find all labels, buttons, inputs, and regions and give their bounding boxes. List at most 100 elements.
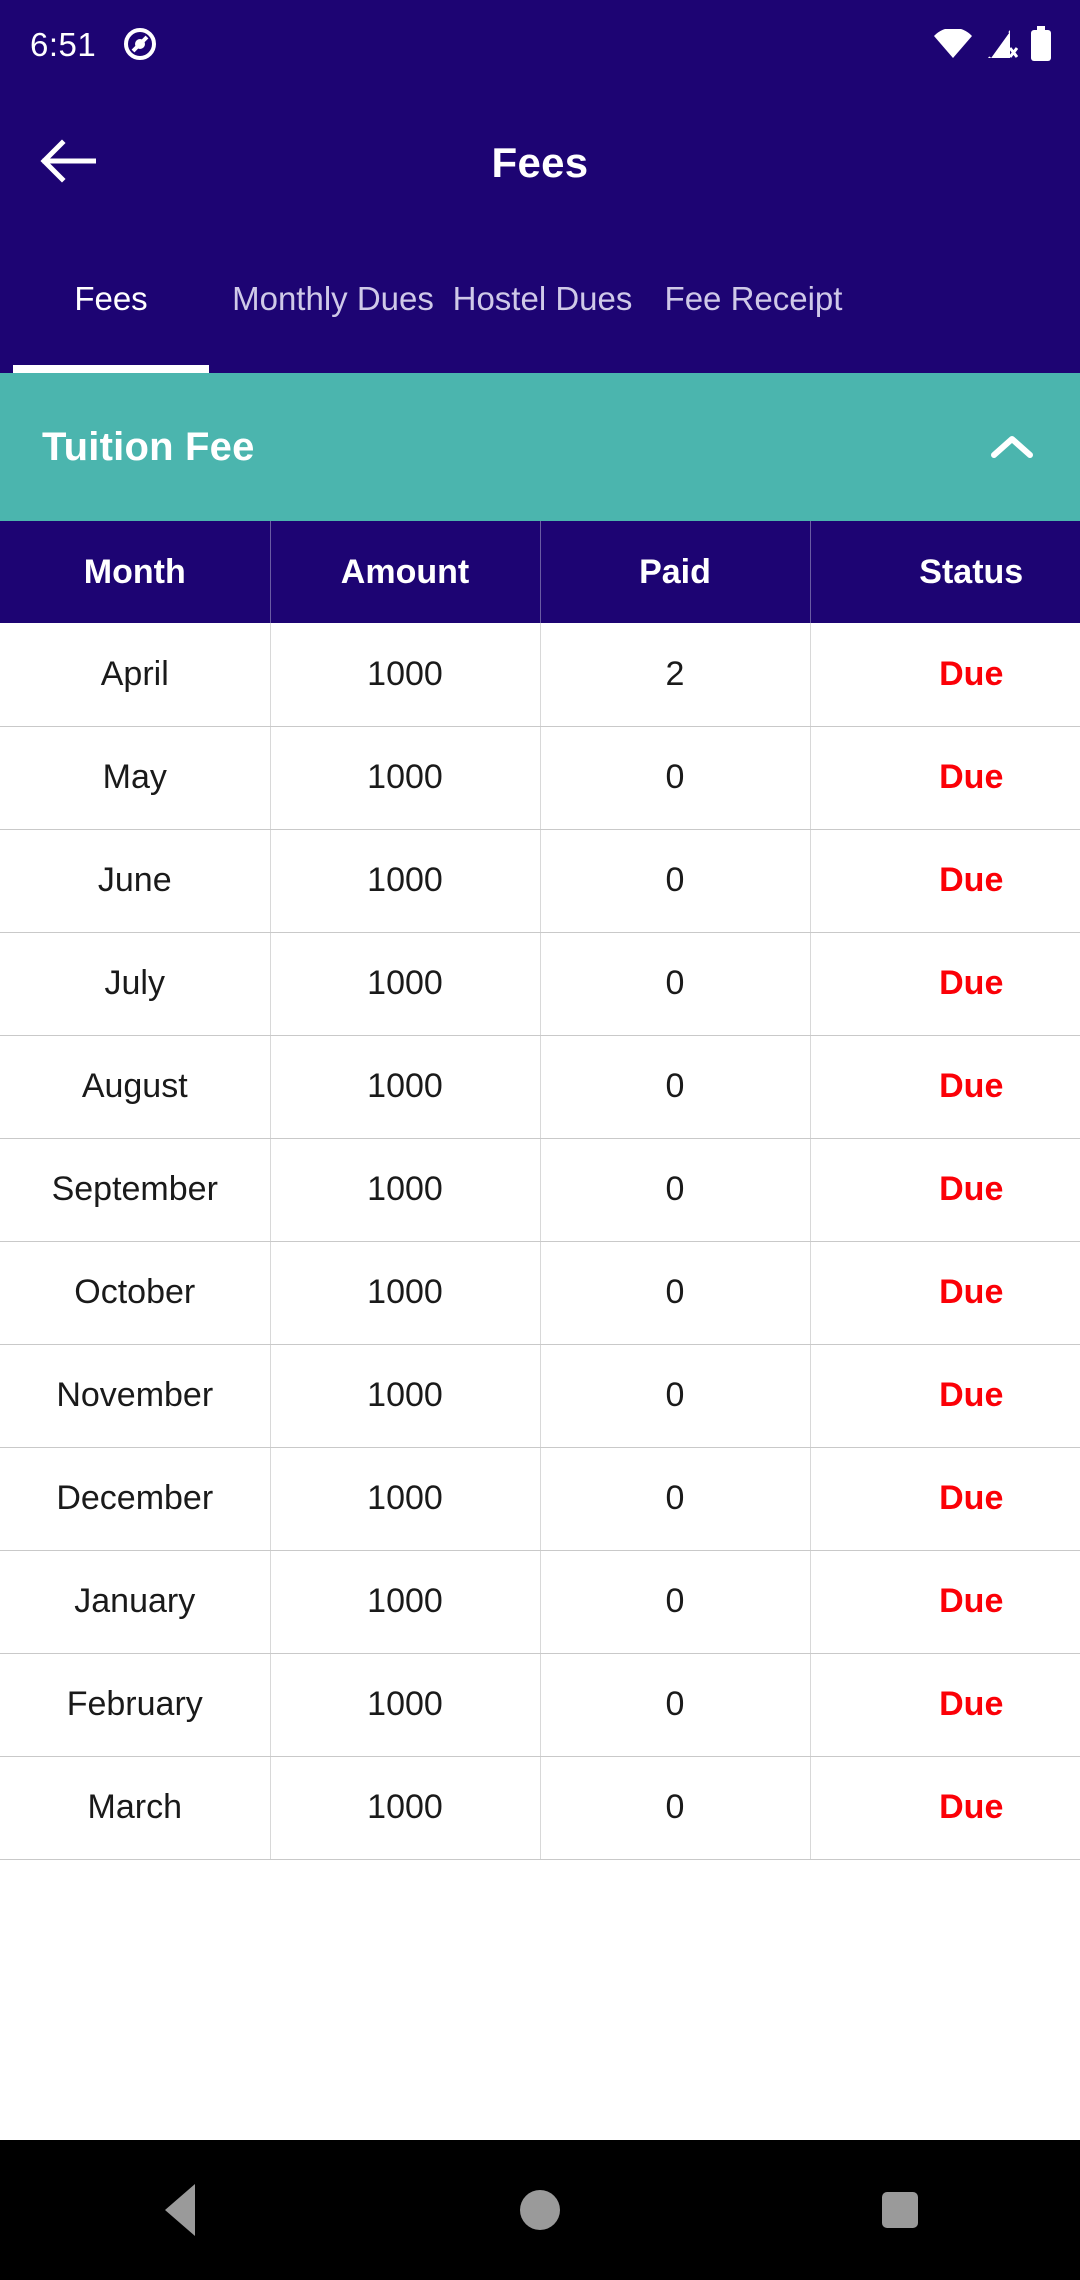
cell-amount: 1000: [270, 726, 541, 830]
cell-amount: 1000: [270, 1550, 541, 1654]
table-row[interactable]: April 1000 2 Due: [0, 623, 1080, 727]
cell-month: July: [0, 932, 271, 1036]
cell-amount: 1000: [270, 1138, 541, 1242]
cell-amount: 1000: [270, 1035, 541, 1139]
cell-status: Due: [810, 1138, 1080, 1242]
battery-icon: [1030, 26, 1052, 62]
nav-back-triangle-icon: [165, 2184, 195, 2236]
cell-amount: 1000: [270, 623, 541, 727]
status-bar-system-icons: [934, 26, 1052, 62]
cell-status: Due: [810, 1653, 1080, 1757]
cellular-off-icon: [984, 28, 1018, 60]
table-row[interactable]: January 1000 0 Due: [0, 1550, 1080, 1654]
cell-month: June: [0, 829, 271, 933]
tab-fee-receipt-label: Fee Receipt: [664, 279, 843, 317]
cell-month: November: [0, 1344, 271, 1448]
tab-active-indicator: [13, 365, 209, 373]
column-header-paid[interactable]: Paid: [540, 521, 811, 623]
section-title: Tuition Fee: [42, 424, 255, 469]
fee-table-body: April 1000 2 Due May 1000 0 Due June 1000 0 Due July…: [0, 623, 1080, 1860]
table-row[interactable]: March 1000 0 Due: [0, 1756, 1080, 1860]
cell-status: Due: [810, 829, 1080, 933]
table-row[interactable]: October 1000 0 Due: [0, 1241, 1080, 1345]
tab-hostel-dues-label: Hostel Dues: [452, 279, 633, 317]
cell-month: October: [0, 1241, 271, 1345]
cell-status: Due: [810, 1447, 1080, 1551]
notification-circle-icon: [122, 26, 158, 62]
table-row[interactable]: February 1000 0 Due: [0, 1653, 1080, 1757]
fee-table: Month Amount Paid Status April 1000 2 Due Ma…: [0, 521, 1080, 1860]
column-header-month[interactable]: Month: [0, 521, 271, 623]
cell-paid: 0: [540, 1138, 811, 1242]
tab-monthly-dues[interactable]: Monthly Dues: [222, 238, 444, 373]
cell-month: March: [0, 1756, 271, 1860]
cell-amount: 1000: [270, 1447, 541, 1551]
status-bar-notification-icons: [122, 26, 158, 62]
column-header-amount[interactable]: Amount: [270, 521, 541, 623]
nav-back-button[interactable]: [110, 2140, 250, 2280]
cell-status: Due: [810, 623, 1080, 727]
cell-amount: 1000: [270, 1241, 541, 1345]
tab-monthly-dues-label: Monthly Dues: [232, 279, 434, 317]
cell-paid: 2: [540, 623, 811, 727]
table-row[interactable]: August 1000 0 Due: [0, 1035, 1080, 1139]
nav-home-button[interactable]: [470, 2140, 610, 2280]
cell-amount: 1000: [270, 1653, 541, 1757]
cell-month: February: [0, 1653, 271, 1757]
table-row[interactable]: November 1000 0 Due: [0, 1344, 1080, 1448]
app-bar: Fees: [0, 88, 1080, 238]
page-title: Fees: [491, 139, 589, 186]
table-row[interactable]: July 1000 0 Due: [0, 932, 1080, 1036]
status-bar-clock: 6:51: [30, 25, 97, 63]
tab-fee-receipt[interactable]: Fee Receipt: [641, 238, 866, 373]
tab-hostel-dues[interactable]: Hostel Dues: [444, 238, 641, 373]
tab-fees[interactable]: Fees: [0, 238, 222, 373]
cell-paid: 0: [540, 1035, 811, 1139]
cell-status: Due: [810, 932, 1080, 1036]
cell-paid: 0: [540, 1756, 811, 1860]
chevron-up-icon[interactable]: [990, 433, 1034, 461]
cell-paid: 0: [540, 932, 811, 1036]
wifi-icon: [934, 29, 972, 59]
cell-paid: 0: [540, 1653, 811, 1757]
cell-status: Due: [810, 1035, 1080, 1139]
cell-paid: 0: [540, 726, 811, 830]
cell-status: Due: [810, 1550, 1080, 1654]
nav-home-circle-icon: [520, 2190, 560, 2230]
cell-status: Due: [810, 1344, 1080, 1448]
cell-paid: 0: [540, 1550, 811, 1654]
cell-paid: 0: [540, 829, 811, 933]
cell-month: August: [0, 1035, 271, 1139]
cell-status: Due: [810, 1756, 1080, 1860]
table-row[interactable]: June 1000 0 Due: [0, 829, 1080, 933]
cell-status: Due: [810, 1241, 1080, 1345]
cell-amount: 1000: [270, 829, 541, 933]
status-bar: 6:51: [0, 0, 1080, 88]
tab-fees-label: Fees: [74, 279, 148, 317]
cell-amount: 1000: [270, 1344, 541, 1448]
cell-paid: 0: [540, 1241, 811, 1345]
phone-screen: 6:51 Fees Fees Monthly Dues Hostel Dues …: [0, 0, 1080, 2280]
column-header-status[interactable]: Status: [810, 521, 1080, 623]
table-row[interactable]: December 1000 0 Due: [0, 1447, 1080, 1551]
tab-bar: Fees Monthly Dues Hostel Dues Fee Receip…: [0, 238, 1080, 373]
fee-table-scroll-container[interactable]: Month Amount Paid Status April 1000 2 Due Ma…: [0, 521, 1080, 2140]
cell-amount: 1000: [270, 932, 541, 1036]
cell-amount: 1000: [270, 1756, 541, 1860]
cell-month: September: [0, 1138, 271, 1242]
nav-recents-button[interactable]: [830, 2140, 970, 2280]
table-row[interactable]: May 1000 0 Due: [0, 726, 1080, 830]
cell-status: Due: [810, 726, 1080, 830]
cell-month: May: [0, 726, 271, 830]
nav-recents-square-icon: [882, 2192, 918, 2228]
cell-month: January: [0, 1550, 271, 1654]
cell-paid: 0: [540, 1344, 811, 1448]
fee-table-header: Month Amount Paid Status: [0, 521, 1080, 623]
cell-month: April: [0, 623, 271, 727]
cell-month: December: [0, 1447, 271, 1551]
android-navigation-bar: [0, 2140, 1080, 2280]
cell-paid: 0: [540, 1447, 811, 1551]
table-header-row: Month Amount Paid Status: [0, 521, 1080, 623]
table-row[interactable]: September 1000 0 Due: [0, 1138, 1080, 1242]
tuition-fee-section-header[interactable]: Tuition Fee: [0, 373, 1080, 521]
